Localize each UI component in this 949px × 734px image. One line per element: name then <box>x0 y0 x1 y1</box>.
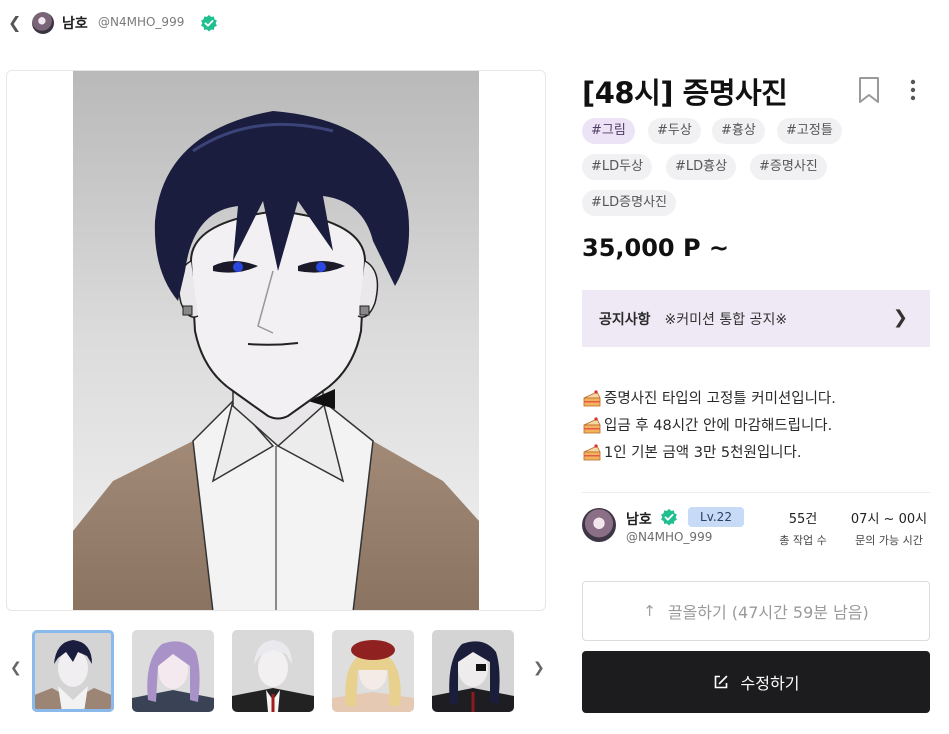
more-vertical-icon[interactable] <box>904 76 922 104</box>
notice-banner[interactable]: 공지사항 ※커미션 통합 공지※ ❯ <box>582 290 930 347</box>
bump-button[interactable]: ↑ 끌올하기 (47시간 59분 남음) <box>582 581 930 641</box>
tag-item[interactable]: #흉상 <box>712 118 765 144</box>
level-badge: Lv.22 <box>688 507 744 527</box>
back-chevron-icon[interactable]: ❮ <box>8 13 22 33</box>
tag-item[interactable]: #증명사진 <box>750 154 827 180</box>
cake-icon <box>583 443 601 460</box>
bookmark-icon[interactable] <box>856 76 882 104</box>
stat-label: 문의 가능 시간 <box>855 534 923 547</box>
author-name[interactable]: 남호 <box>62 13 88 33</box>
chevron-right-icon: ❯ <box>892 307 908 328</box>
description-text: 증명사진 타입의 고정틀 커미션입니다. <box>604 391 836 407</box>
tag-item[interactable]: #LD두상 <box>582 154 653 180</box>
thumbnail-5[interactable] <box>432 630 514 712</box>
creator-avatar[interactable] <box>582 508 616 542</box>
description-line: 증명사진 타입의 고정틀 커미션입니다. <box>582 384 932 411</box>
gallery-next-chevron-icon[interactable]: ❯ <box>533 660 545 676</box>
thumbnail-1[interactable] <box>32 630 114 712</box>
edit-button-label: 수정하기 <box>740 674 800 693</box>
author-avatar[interactable] <box>32 12 54 34</box>
top-bar: ❮ 남호 @N4MHO_999 <box>0 0 949 46</box>
cake-icon <box>583 416 601 433</box>
description-text: 1인 기본 금액 3만 5천원입니다. <box>604 445 802 461</box>
verified-check-icon <box>201 14 217 32</box>
notice-label: 공지사항 <box>599 311 651 328</box>
author-handle: @N4MHO_999 <box>98 15 185 29</box>
edit-icon <box>714 675 727 689</box>
creator-name[interactable]: 남호 <box>626 509 652 529</box>
tag-item[interactable]: #LD증명사진 <box>582 190 676 216</box>
main-artwork-image <box>73 71 479 610</box>
stat-label: 총 작업 수 <box>779 534 827 547</box>
stat-inquiry-hours: 07시 ~ 00시 문의 가능 시간 <box>846 508 932 548</box>
cake-icon <box>583 389 601 406</box>
product-title: [48시] 증명사진 <box>582 76 788 110</box>
thumbnail-4[interactable] <box>332 630 414 712</box>
tag-item[interactable]: #고정틀 <box>777 118 842 144</box>
creator-handle: @N4MHO_999 <box>626 530 713 544</box>
main-artwork-frame[interactable] <box>6 70 546 611</box>
arrow-up-icon: ↑ <box>643 602 656 620</box>
stat-value: 55건 <box>788 512 818 527</box>
description-text: 입금 후 48시간 안에 마감해드립니다. <box>604 418 833 434</box>
stat-total-works: 55건 총 작업 수 <box>768 508 838 548</box>
tag-item[interactable]: #두상 <box>648 118 701 144</box>
tag-item[interactable]: #그림 <box>582 118 635 144</box>
bump-button-label: 끌올하기 (47시간 59분 남음) <box>667 603 869 622</box>
stat-value: 07시 ~ 00시 <box>850 512 928 527</box>
description: 증명사진 타입의 고정틀 커미션입니다. 입금 후 48시간 안에 마감해드립니… <box>582 384 932 465</box>
thumbnail-3[interactable] <box>232 630 314 712</box>
description-line: 1인 기본 금액 3만 5천원입니다. <box>582 438 932 465</box>
thumbnail-2[interactable] <box>132 630 214 712</box>
tag-item[interactable]: #LD흉상 <box>666 154 737 180</box>
description-line: 입금 후 48시간 안에 마감해드립니다. <box>582 411 932 438</box>
verified-check-icon <box>661 508 677 526</box>
notice-text: ※커미션 통합 공지※ <box>664 311 788 328</box>
divider <box>582 492 930 493</box>
price: 35,000 P ~ <box>582 234 730 262</box>
thumbnail-strip <box>32 630 516 712</box>
gallery-prev-chevron-icon[interactable]: ❮ <box>10 660 22 676</box>
edit-button[interactable]: 수정하기 <box>582 651 930 713</box>
